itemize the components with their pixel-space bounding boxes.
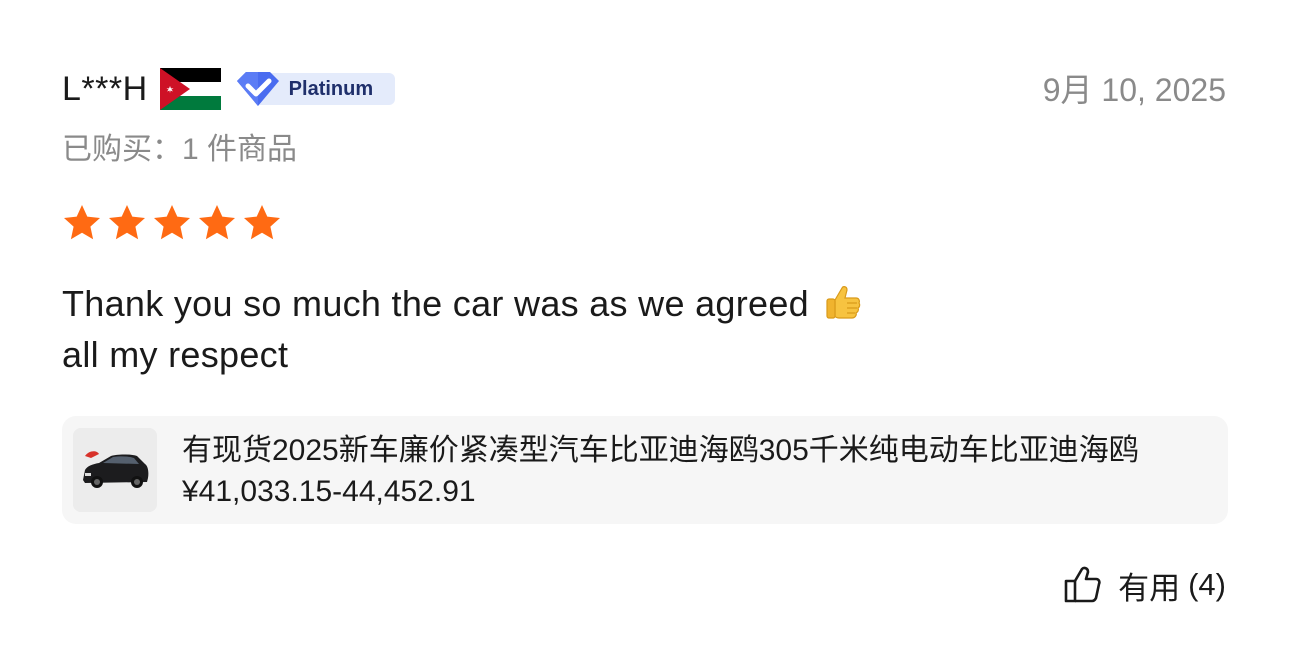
helpful-label: 有用	[1118, 570, 1181, 606]
star-rating	[62, 203, 282, 243]
star-icon	[109, 205, 145, 240]
membership-badge: Platinum	[233, 69, 395, 109]
product-card[interactable]: 有现货2025新车廉价紧凑型汽车比亚迪海鸥305千米纯电动车比亚迪海鸥 ¥41,…	[62, 416, 1228, 524]
star-icon	[154, 205, 190, 240]
badge-label: Platinum	[288, 77, 374, 100]
product-title[interactable]: 有现货2025新车廉价紧凑型汽车比亚迪海鸥305千米纯电动车比亚迪海鸥	[182, 430, 1218, 472]
purchased-count: 已购买：1 件商品	[62, 133, 298, 166]
helpful-count: (4)	[1188, 567, 1226, 602]
reviewer-name: L***H	[62, 70, 148, 108]
review-header: L***H Platinum 9月 10, 2025	[62, 64, 1228, 114]
product-price: ¥41,033.15-44,452.91	[182, 475, 476, 508]
verified-diamond-icon	[236, 72, 279, 106]
star-icon	[64, 205, 100, 240]
star-icon	[244, 205, 280, 240]
review-text-line: Thank you so much the car was as we agre…	[62, 278, 863, 329]
review-text-line2: all my respect	[62, 334, 289, 375]
thumbs-up-emoji	[826, 286, 861, 319]
review-text-line1: Thank you so much the car was as we agre…	[62, 283, 809, 324]
star-icon	[199, 205, 235, 240]
review-body: Thank you so much the car was as we agre…	[62, 278, 863, 380]
review-date: 9月 10, 2025	[1042, 72, 1226, 108]
black-car-thumbnail	[73, 428, 157, 512]
product-thumbnail[interactable]	[73, 428, 157, 512]
thumbs-up-outline-icon	[1064, 566, 1101, 603]
review-card: L***H Platinum 9月 10, 2025 已购买：1 件商品 Tha…	[62, 0, 1228, 661]
jordan-flag-icon	[159, 68, 221, 110]
helpful-button[interactable]: 有用 (4)	[1062, 562, 1226, 608]
